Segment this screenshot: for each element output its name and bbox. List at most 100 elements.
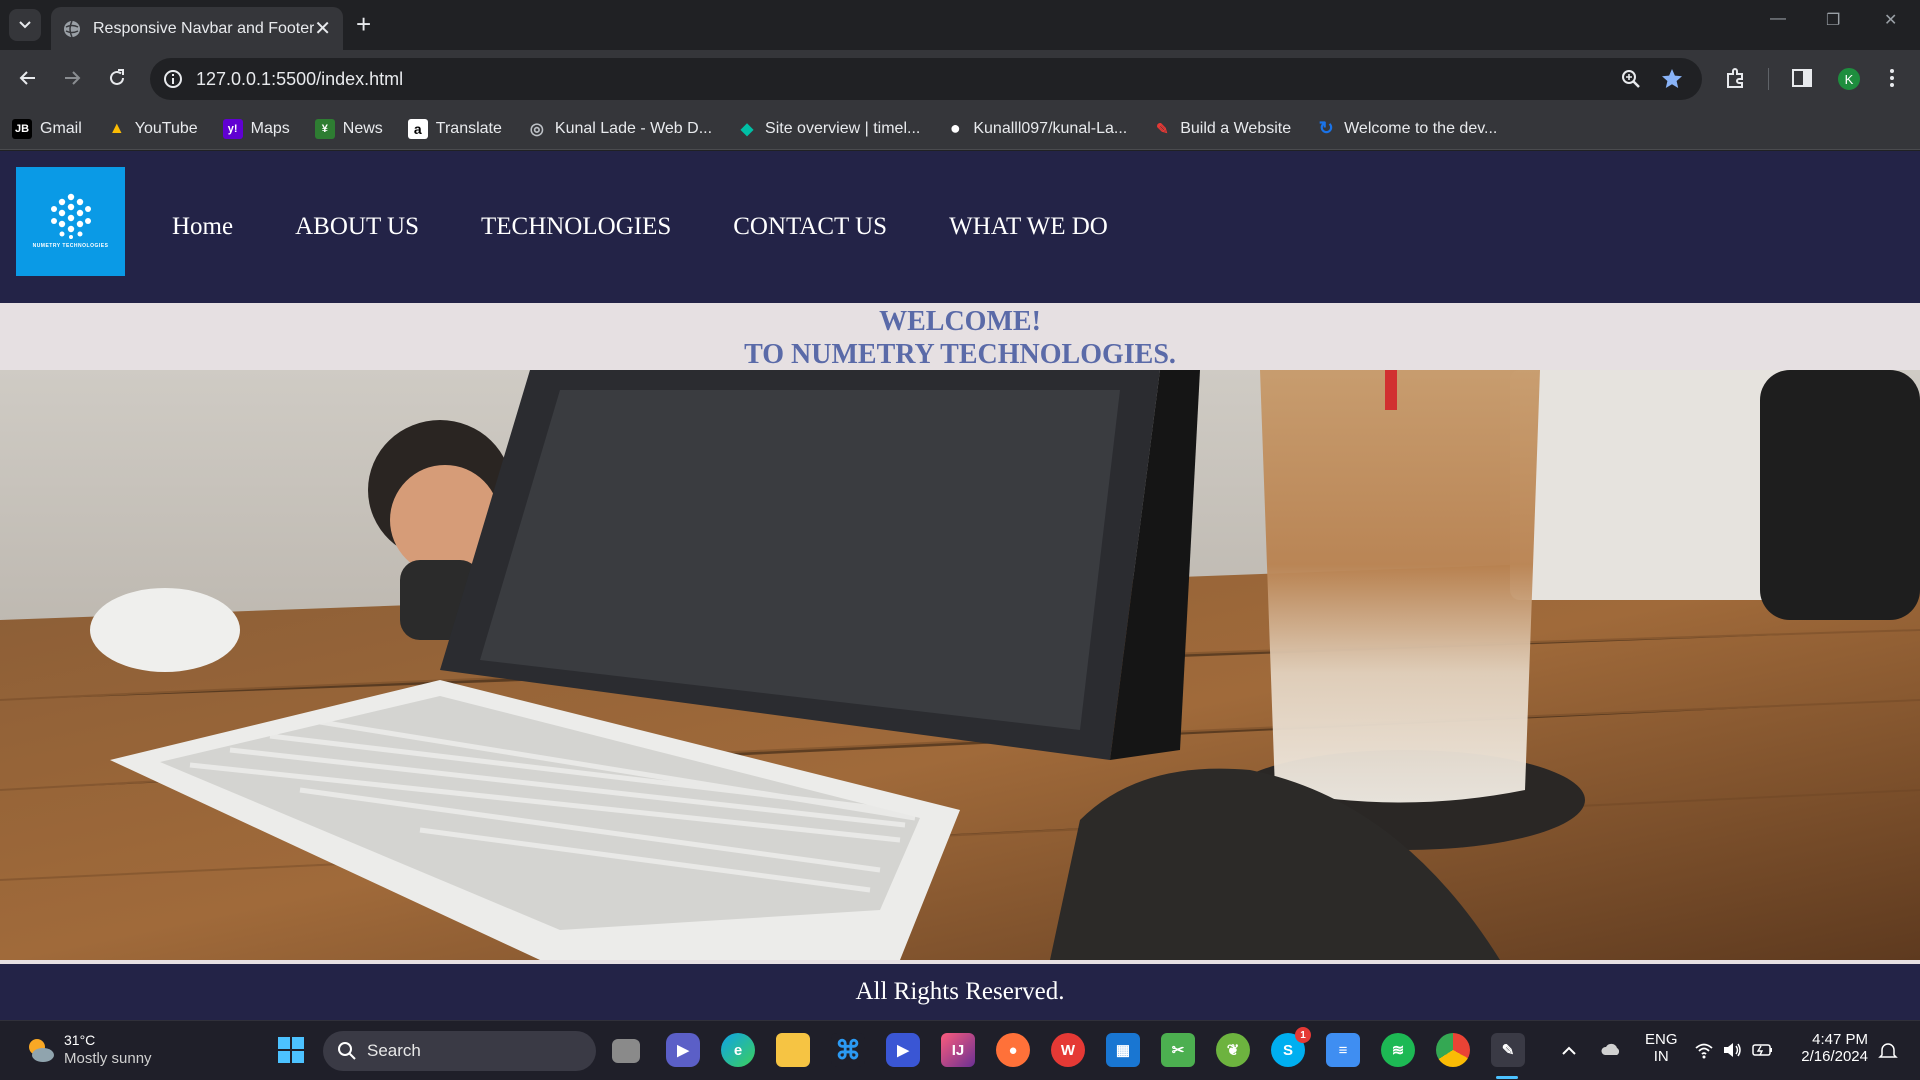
bookmark-star-icon[interactable] (1660, 67, 1684, 91)
windows-taskbar: 31°C Mostly sunny Search ▶ e ⌘ ▶ IJ ● W … (0, 1020, 1920, 1080)
partly-sunny-icon (29, 1038, 54, 1062)
bookmark-label: Kunalll097/kunal-La... (973, 119, 1128, 137)
logo-text: NUMETRY TECHNOLOGIES (32, 243, 109, 249)
active-app-indicator (1496, 1076, 1518, 1079)
yahoo-icon: y! (222, 118, 243, 139)
minimize-icon[interactable]: — (1770, 10, 1786, 28)
nav-home[interactable]: Home (172, 213, 233, 241)
bookmark-label: Kunal Lade - Web D... (554, 119, 713, 137)
company-logo[interactable]: NUMETRY TECHNOLOGIES (16, 167, 125, 276)
main-nav: Home ABOUT US TECHNOLOGIES CONTACT US WH… (172, 213, 1108, 241)
bookmark-label: Site overview | timel... (765, 119, 921, 137)
bookmark-maps[interactable]: y! Maps (222, 118, 290, 139)
onedrive-icon[interactable] (1600, 1041, 1622, 1059)
news-icon: ¥ (314, 118, 335, 139)
refresh-logo-icon: ↻ (1318, 118, 1334, 138)
windows-logo-icon (278, 1037, 304, 1063)
bookmark-kunal-lade[interactable]: ◎ Kunal Lade - Web D... (527, 119, 712, 139)
nav-contact-us[interactable]: CONTACT US (733, 213, 887, 241)
back-button[interactable] (14, 64, 42, 92)
bookmark-label: YouTube (134, 119, 198, 137)
tab-close-button[interactable]: ✕ (314, 19, 331, 39)
teams-icon[interactable]: ▶ (666, 1033, 700, 1067)
bookmark-github[interactable]: ● Kunalll097/kunal-La... (945, 118, 1128, 139)
weather-temperature: 31°C (64, 1032, 96, 1048)
restore-icon[interactable]: ❐ (1826, 10, 1840, 30)
snip-tool-icon[interactable]: ✂ (1161, 1033, 1195, 1067)
edge-icon[interactable]: e (721, 1033, 755, 1067)
globe-icon (64, 20, 80, 37)
bookmark-welcome-dev[interactable]: ↻ Welcome to the dev... (1316, 118, 1498, 139)
extensions-icon[interactable] (1724, 66, 1748, 90)
build-icon: ✎ (1155, 120, 1169, 138)
wps-office-icon[interactable]: W (1051, 1033, 1085, 1067)
address-bar[interactable]: 127.0.0.1:5500/index.html (150, 58, 1702, 100)
bookmark-label: News (342, 119, 383, 137)
side-panel-icon[interactable] (1790, 66, 1814, 90)
notification-bell-icon[interactable] (1878, 1041, 1898, 1061)
github-icon: ● (949, 118, 961, 138)
vscode-icon[interactable]: ⌘ (831, 1033, 865, 1067)
site-info-icon[interactable] (163, 69, 183, 89)
chevron-up-icon[interactable] (1561, 1043, 1577, 1059)
nav-about-us[interactable]: ABOUT US (295, 213, 419, 241)
spotify-icon[interactable]: ≋ (1381, 1033, 1415, 1067)
skype-icon[interactable]: S 1 (1271, 1027, 1311, 1067)
task-view-icon[interactable] (612, 1039, 640, 1063)
bookmark-site-overview[interactable]: ◆ Site overview | timel... (737, 119, 920, 139)
url-text[interactable]: 127.0.0.1:5500/index.html (196, 69, 403, 90)
chrome-icon[interactable] (1436, 1033, 1470, 1067)
zoom-icon[interactable] (1620, 68, 1642, 90)
bookmark-news[interactable]: ¥ News (314, 118, 383, 139)
file-explorer-icon[interactable] (776, 1033, 810, 1067)
battery-icon[interactable] (1752, 1042, 1774, 1058)
welcome-banner: WELCOME! TO NUMETRY TECHNOLOGIES. (0, 303, 1920, 370)
weather-widget[interactable]: 31°C Mostly sunny (24, 1031, 152, 1068)
bookmark-translate[interactable]: a Translate (407, 118, 502, 139)
spring-icon[interactable]: ❦ (1216, 1033, 1250, 1067)
welcome-heading: WELCOME! (879, 306, 1041, 337)
tab-title: Responsive Navbar and Footer (93, 19, 315, 37)
bookmark-youtube[interactable]: ▲ YouTube (107, 119, 198, 139)
intellij-icon[interactable]: IJ (941, 1033, 975, 1067)
start-button[interactable] (274, 1033, 308, 1067)
tab-strip: Responsive Navbar and Footer ✕ + — ❐ ✕ (0, 0, 1920, 50)
bookmark-gmail[interactable]: JB Gmail (12, 118, 82, 139)
bookmark-label: Welcome to the dev... (1344, 119, 1498, 137)
bookmark-label: Gmail (40, 119, 82, 137)
notepad-icon[interactable]: ≡ (1326, 1033, 1360, 1067)
google-drive-icon: ▲ (108, 119, 125, 137)
forward-button[interactable] (58, 64, 86, 92)
close-window-icon[interactable]: ✕ (1884, 10, 1897, 30)
profile-avatar[interactable]: K (1836, 66, 1862, 92)
more-menu-icon[interactable] (1884, 66, 1900, 90)
chevron-down-icon (19, 21, 31, 29)
language-indicator[interactable]: ENG IN (1645, 1031, 1678, 1065)
browser-tab[interactable]: Responsive Navbar and Footer ✕ (51, 7, 343, 50)
media-player-icon[interactable]: ▶ (886, 1033, 920, 1067)
new-tab-button[interactable]: + (356, 11, 371, 37)
snipping-app-icon[interactable]: ✎ (1491, 1033, 1525, 1067)
bookmark-build-website[interactable]: ✎ Build a Website (1152, 119, 1291, 139)
region-code: IN (1653, 1048, 1669, 1065)
reload-button[interactable] (103, 64, 131, 92)
wifi-icon[interactable] (1694, 1041, 1714, 1059)
firefox-icon[interactable]: ● (996, 1033, 1030, 1067)
clock[interactable]: 4:47 PM 2/16/2024 (1793, 1031, 1868, 1065)
jetbrains-icon: JB (12, 118, 32, 139)
nav-technologies[interactable]: TECHNOLOGIES (481, 213, 671, 241)
tab-search-button[interactable] (9, 9, 41, 41)
skype-badge: 1 (1295, 1027, 1311, 1043)
nav-what-we-do[interactable]: WHAT WE DO (949, 213, 1108, 241)
ms-store-icon[interactable]: ▦ (1106, 1033, 1140, 1067)
search-icon (338, 1042, 356, 1060)
diamond-icon: ◆ (740, 120, 754, 138)
hero-image (0, 370, 1920, 960)
search-placeholder: Search (367, 1041, 421, 1060)
welcome-subheading: TO NUMETRY TECHNOLOGIES. (744, 339, 1176, 370)
site-footer: All Rights Reserved. (0, 962, 1920, 1020)
volume-icon[interactable] (1722, 1041, 1744, 1059)
taskbar-search[interactable]: Search (323, 1031, 596, 1071)
logo-mark-icon (50, 193, 91, 239)
footer-text: All Rights Reserved. (855, 978, 1065, 1005)
